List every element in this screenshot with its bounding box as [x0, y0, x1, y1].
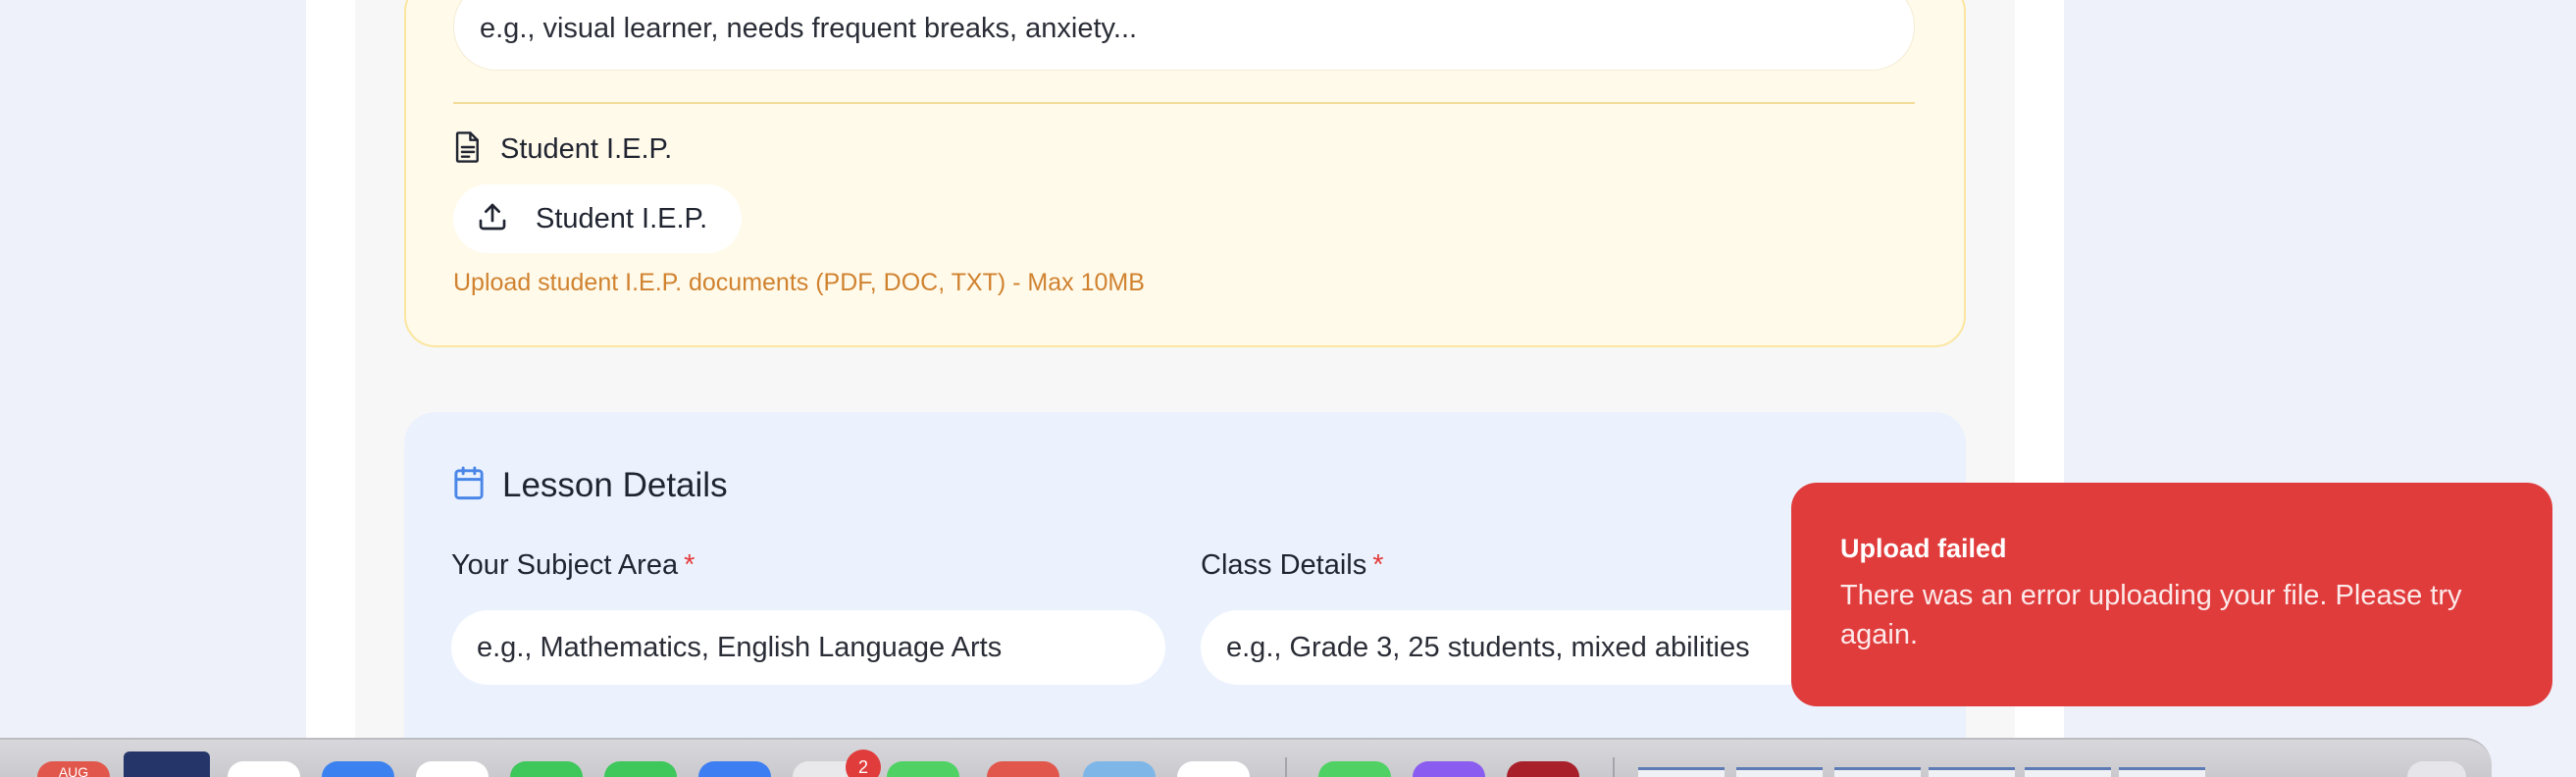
lesson-details-title-label: Lesson Details — [502, 466, 728, 504]
messages-icon[interactable] — [604, 761, 677, 777]
toast-title: Upload failed — [1840, 534, 2007, 563]
student-needs-section: e.g., visual learner, needs frequent bre… — [404, 0, 1966, 347]
app-store-icon[interactable] — [322, 761, 394, 777]
required-marker: * — [684, 549, 696, 581]
app-icon[interactable] — [228, 761, 300, 777]
calendar-month: AUG — [58, 764, 89, 777]
class-details-label-text: Class Details — [1201, 549, 1367, 581]
desktop-thumbnail-icon[interactable] — [124, 751, 210, 777]
whatsapp-icon[interactable] — [510, 761, 583, 777]
iep-upload-button-label: Student I.E.P. — [536, 202, 708, 234]
lesson-details-title: Lesson Details — [451, 463, 728, 508]
upload-error-toast[interactable]: Upload failed There was an error uploadi… — [1791, 483, 2552, 706]
app-icon[interactable] — [1413, 761, 1485, 777]
app-icon[interactable] — [1177, 761, 1250, 777]
app-icon[interactable] — [1507, 761, 1579, 777]
calendar-icon — [451, 465, 487, 507]
learning-needs-input[interactable]: e.g., visual learner, needs frequent bre… — [453, 0, 1915, 71]
window-thumbnail[interactable] — [1736, 767, 1823, 777]
form-panel: e.g., visual learner, needs frequent bre… — [355, 0, 2015, 777]
notification-badge: 2 — [846, 750, 881, 777]
browser-icon[interactable] — [416, 761, 489, 777]
app-icon[interactable] — [1083, 761, 1156, 777]
document-icon — [453, 130, 483, 169]
app-icon[interactable] — [987, 761, 1059, 777]
window-thumbnail[interactable] — [1929, 767, 2015, 777]
dock: AUG — [0, 738, 2492, 777]
upload-hint: Upload student I.E.P. documents (PDF, DO… — [453, 269, 1145, 296]
app-icon[interactable] — [698, 761, 771, 777]
upload-icon — [477, 201, 508, 237]
window-thumbnail[interactable] — [2119, 767, 2205, 777]
window-thumbnail[interactable] — [2025, 767, 2111, 777]
iep-heading: Student I.E.P. — [453, 130, 672, 169]
window-thumbnail[interactable] — [1638, 767, 1725, 777]
dock-separator — [1285, 757, 1287, 777]
class-details-label: Class Details * — [1201, 549, 1384, 582]
subject-area-label-text: Your Subject Area — [451, 549, 679, 581]
iep-heading-label: Student I.E.P. — [500, 132, 673, 165]
lesson-details-section: Lesson Details Your Subject Area * e.g., … — [404, 412, 1966, 777]
trash-icon[interactable] — [2407, 761, 2466, 777]
app-icon[interactable] — [1318, 761, 1391, 777]
required-marker: * — [1372, 549, 1384, 581]
toast-message: There was an error uploading your file. … — [1840, 580, 2462, 650]
dock-separator — [1613, 757, 1615, 777]
section-divider — [453, 102, 1915, 104]
subject-area-label: Your Subject Area * — [451, 549, 695, 582]
subject-area-input[interactable]: e.g., Mathematics, English Language Arts — [451, 610, 1165, 685]
window-thumbnail[interactable] — [1834, 767, 1921, 777]
calendar-app-icon[interactable]: AUG — [37, 761, 110, 777]
facetime-icon[interactable] — [887, 761, 959, 777]
iep-upload-button[interactable]: Student I.E.P. — [453, 184, 742, 253]
